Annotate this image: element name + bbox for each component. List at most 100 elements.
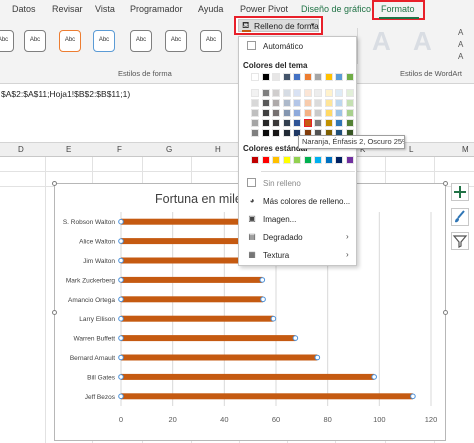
text-outline-icon[interactable]: A (458, 40, 463, 49)
theme-shade-swatch[interactable] (335, 119, 343, 127)
theme-shade-swatch[interactable] (335, 99, 343, 107)
theme-color-swatch[interactable] (345, 73, 354, 81)
standard-color-swatch[interactable] (345, 156, 354, 164)
shape-style-5[interactable]: Abc (130, 30, 152, 52)
theme-color-swatch[interactable] (261, 73, 270, 81)
chart-styles-button[interactable] (451, 208, 469, 226)
standard-color-swatch[interactable] (335, 156, 343, 164)
chart-elements-button[interactable] (451, 183, 469, 201)
formula-text[interactable]: $A$2:$A$11;Hoja1!$B$2:$B$11;1) (1, 89, 130, 99)
menu-item-automatic[interactable]: Automático (263, 42, 303, 51)
column-header-h[interactable]: H (215, 145, 221, 154)
theme-shade-swatch[interactable] (324, 109, 333, 117)
theme-shade-swatch[interactable] (261, 119, 270, 127)
bar[interactable] (121, 354, 318, 361)
theme-shade-swatch[interactable] (282, 109, 291, 117)
theme-color-swatch[interactable] (335, 73, 343, 81)
theme-shade-swatch[interactable] (261, 109, 270, 117)
chart-resize-handle[interactable] (52, 181, 57, 186)
theme-shade-swatch[interactable] (314, 89, 322, 97)
column-header-f[interactable]: F (117, 145, 122, 154)
theme-shade-swatch[interactable] (302, 118, 313, 128)
theme-shade-swatch[interactable] (282, 129, 291, 137)
theme-color-swatch[interactable] (303, 73, 312, 81)
shape-style-2[interactable]: Abc (24, 30, 46, 52)
theme-shade-swatch[interactable] (303, 89, 312, 97)
theme-shade-swatch[interactable] (293, 109, 301, 117)
shape-style-4[interactable]: Abc (93, 30, 115, 52)
theme-shade-swatch[interactable] (261, 129, 270, 137)
chart-resize-handle[interactable] (443, 181, 448, 186)
theme-shade-swatch[interactable] (272, 89, 280, 97)
theme-shade-swatch[interactable] (324, 99, 333, 107)
theme-shade-swatch[interactable] (345, 99, 354, 107)
shape-style-6[interactable]: Abc (165, 30, 187, 52)
menu-item-texture[interactable]: Textura (263, 251, 289, 260)
standard-color-swatch[interactable] (314, 156, 322, 164)
theme-color-swatch[interactable] (251, 73, 259, 81)
menu-item-picture[interactable]: Imagen... (263, 215, 296, 224)
theme-shade-swatch[interactable] (272, 119, 280, 127)
column-header-e[interactable]: E (66, 145, 71, 154)
theme-shade-swatch[interactable] (282, 89, 291, 97)
theme-shade-swatch[interactable] (272, 129, 280, 137)
bar[interactable] (121, 315, 274, 322)
theme-color-swatch[interactable] (272, 73, 280, 81)
column-header-g[interactable]: G (166, 145, 172, 154)
theme-shade-swatch[interactable] (303, 99, 312, 107)
theme-shade-swatch[interactable] (314, 99, 322, 107)
theme-color-swatch[interactable] (324, 73, 333, 81)
tab-vista[interactable]: Vista (95, 4, 115, 14)
theme-shade-swatch[interactable] (272, 109, 280, 117)
theme-color-swatch[interactable] (282, 73, 291, 81)
theme-shade-swatch[interactable] (251, 129, 259, 137)
theme-shade-swatch[interactable] (324, 119, 333, 127)
bar[interactable] (121, 335, 296, 342)
bar[interactable] (121, 373, 375, 380)
bar[interactable] (121, 276, 263, 283)
menu-item-no-fill[interactable]: Sin relleno (263, 179, 301, 188)
theme-color-swatch[interactable] (293, 73, 301, 81)
theme-shade-swatch[interactable] (335, 89, 343, 97)
theme-shade-swatch[interactable] (282, 99, 291, 107)
standard-color-swatch[interactable] (272, 156, 280, 164)
wordart-style-2[interactable]: A (413, 26, 432, 57)
shape-style-3[interactable]: Abc (59, 30, 81, 52)
tab-datos[interactable]: Datos (12, 4, 36, 14)
bar[interactable] (121, 393, 413, 400)
shape-style-7[interactable]: Abc (200, 30, 222, 52)
theme-shade-swatch[interactable] (303, 109, 312, 117)
theme-shade-swatch[interactable] (282, 119, 291, 127)
theme-shade-swatch[interactable] (251, 119, 259, 127)
column-header-l[interactable]: L (409, 145, 413, 154)
tab-power-pivot[interactable]: Power Pivot (240, 4, 288, 14)
standard-color-swatch[interactable] (293, 156, 301, 164)
bar[interactable] (121, 296, 264, 303)
chart-resize-handle[interactable] (443, 310, 448, 315)
theme-shade-swatch[interactable] (345, 109, 354, 117)
text-effects-icon[interactable]: A (458, 52, 463, 61)
text-fill-icon[interactable]: A (458, 28, 463, 37)
standard-color-swatch[interactable] (251, 156, 259, 164)
menu-item-more-colors[interactable]: Más colores de relleno... (263, 197, 350, 206)
theme-shade-swatch[interactable] (314, 119, 322, 127)
column-header-m[interactable]: M (462, 145, 469, 154)
theme-shade-swatch[interactable] (335, 109, 343, 117)
theme-shade-swatch[interactable] (251, 109, 259, 117)
tab-ayuda[interactable]: Ayuda (198, 4, 223, 14)
standard-color-swatch[interactable] (303, 156, 312, 164)
theme-shade-swatch[interactable] (345, 89, 354, 97)
chart-filters-button[interactable] (451, 232, 469, 250)
menu-item-gradient[interactable]: Degradado (263, 233, 303, 242)
theme-shade-swatch[interactable] (251, 99, 259, 107)
theme-shade-swatch[interactable] (324, 89, 333, 97)
chart-resize-handle[interactable] (52, 310, 57, 315)
tab-programador[interactable]: Programador (130, 4, 183, 14)
standard-color-swatch[interactable] (324, 156, 333, 164)
theme-shade-swatch[interactable] (293, 89, 301, 97)
theme-shade-swatch[interactable] (251, 89, 259, 97)
theme-shade-swatch[interactable] (345, 119, 354, 127)
theme-shade-swatch[interactable] (261, 99, 270, 107)
tab-diseno-grafico[interactable]: Diseño de gráfico (301, 4, 371, 14)
standard-color-swatch[interactable] (282, 156, 291, 164)
